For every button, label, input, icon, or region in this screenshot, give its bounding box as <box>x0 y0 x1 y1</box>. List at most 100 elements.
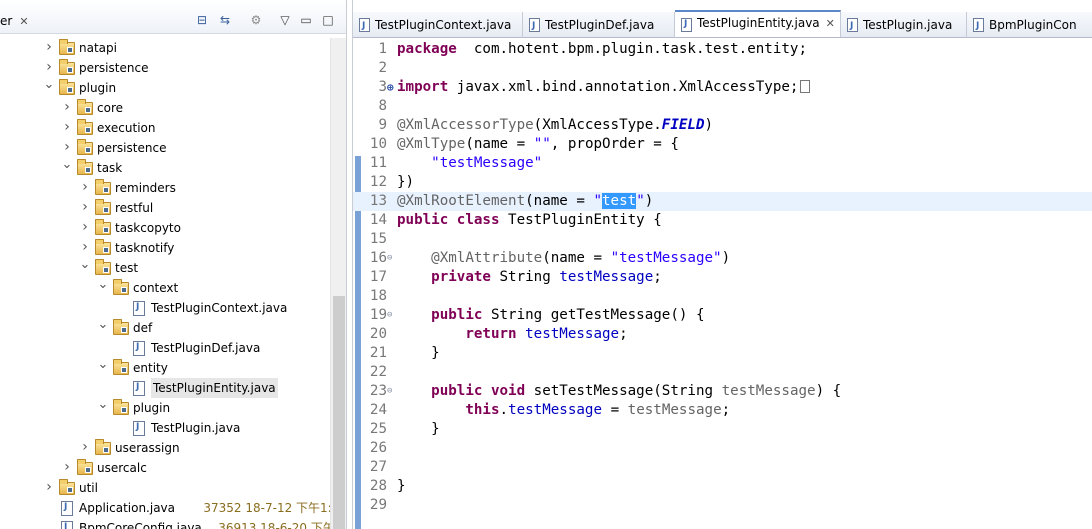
chevron-right-icon[interactable]: › <box>79 178 91 197</box>
code-line[interactable]: 25 } <box>353 420 1092 439</box>
chevron-down-icon[interactable]: ⌄ <box>79 258 91 272</box>
collapsed-import-marker[interactable] <box>800 80 811 93</box>
code-line[interactable]: 11 "testMessage" <box>353 154 1092 173</box>
code-token: testMessage <box>508 402 603 418</box>
tree-package-item[interactable]: › reminders <box>0 178 330 198</box>
tree-package-item[interactable]: › userassign <box>0 438 330 458</box>
scrollbar-thumb[interactable] <box>333 296 345 529</box>
chevron-right-icon[interactable]: › <box>43 478 55 497</box>
code-line[interactable]: 23 ⊖ public void setTestMessage(String te… <box>353 382 1092 401</box>
tree-package-item[interactable]: › tasknotify <box>0 238 330 258</box>
editor-tab[interactable]: TestPluginEntity.java ✕ <box>675 10 841 37</box>
vertical-scrollbar[interactable] <box>330 38 346 529</box>
code-text: public class TestPluginEntity { <box>397 211 662 230</box>
code-line[interactable]: 19 ⊖ public String getTestMessage() { <box>353 306 1092 325</box>
tree-package-item[interactable]: ⌄ def <box>0 318 330 338</box>
tree-package-item[interactable]: › persistence <box>0 58 330 78</box>
editor-tab[interactable]: TestPluginDef.java <box>523 12 675 39</box>
editor-tab[interactable]: BpmPluginCon <box>967 12 1092 39</box>
code-line[interactable]: 15 <box>353 230 1092 249</box>
tree-file-item[interactable]: BpmCoreConfig.java 36913 18-6-20 下午6: <box>0 518 346 529</box>
code-line[interactable]: 17 private String testMessage; <box>353 268 1092 287</box>
fold-collapse-icon[interactable]: ⊖ <box>387 382 395 401</box>
code-line[interactable]: 18 <box>353 287 1092 306</box>
chevron-down-icon[interactable]: ⌄ <box>97 318 109 332</box>
code-line[interactable]: 29 <box>353 496 1092 515</box>
code-text: @XmlRootElement(name = "test") <box>397 192 653 211</box>
code-token: void <box>490 383 526 399</box>
code-line[interactable]: 2 <box>353 59 1092 78</box>
tree-package-item[interactable]: ⌄ plugin <box>0 78 330 98</box>
code-line[interactable]: 22 <box>353 363 1092 382</box>
code-area[interactable]: 1 package com.hotent.bpm.plugin.task.test… <box>353 40 1092 529</box>
link-with-editor-icon[interactable]: ⇆ <box>217 13 233 27</box>
tree-package-item[interactable]: ⌄ entity <box>0 358 330 378</box>
collapse-all-icon[interactable]: ⊟ <box>194 13 210 27</box>
close-icon[interactable]: ✕ <box>19 15 28 28</box>
chevron-right-icon[interactable]: › <box>43 38 55 57</box>
minimize-icon[interactable]: ▭ <box>298 13 314 27</box>
tree-file-item[interactable]: TestPluginDef.java <box>0 338 330 358</box>
chevron-down-icon[interactable]: ⌄ <box>97 358 109 372</box>
code-line[interactable]: 27 <box>353 458 1092 477</box>
tree-package-item[interactable]: › natapi <box>0 38 330 58</box>
tree-package-item[interactable]: › execution <box>0 118 330 138</box>
maximize-icon[interactable]: □ <box>320 13 336 27</box>
code-line[interactable]: 10 @XmlType(name = "", propOrder = { <box>353 135 1092 154</box>
code-line[interactable]: 8 <box>353 97 1092 116</box>
code-line[interactable]: 26 <box>353 439 1092 458</box>
tree-package-item[interactable]: › persistence <box>0 138 330 158</box>
close-icon[interactable]: ✕ <box>826 17 835 30</box>
code-line[interactable]: 12}) <box>353 173 1092 192</box>
view-menu-icon[interactable]: ▽ <box>277 13 293 27</box>
chevron-right-icon[interactable]: › <box>43 58 55 77</box>
view-tab[interactable]: er ✕ <box>0 10 37 34</box>
filter-icon[interactable]: ⚙ <box>248 13 264 27</box>
code-line[interactable]: 13 @XmlRootElement(name = "test") <box>353 192 1092 211</box>
editor-tab-label: BpmPluginCon <box>989 18 1077 32</box>
code-line[interactable]: 3 ⊕ import javax.xml.bind.annotation.XmlAc… <box>353 78 1092 97</box>
tree-package-item[interactable]: › usercalc <box>0 458 330 478</box>
chevron-right-icon[interactable]: › <box>79 238 91 257</box>
code-line[interactable]: 28} <box>353 477 1092 496</box>
chevron-right-icon[interactable]: › <box>79 438 91 457</box>
code-token: @XmlAttribute <box>431 250 543 266</box>
code-line[interactable]: 9 @XmlAccessorType(XmlAccessType.FIELD) <box>353 116 1092 135</box>
tree-file-item[interactable]: TestPlugin.java <box>0 418 330 438</box>
tree-package-item[interactable]: › restful <box>0 198 330 218</box>
code-text: package com.hotent.bpm.plugin.task.test.… <box>397 40 807 59</box>
tree-file-item[interactable]: TestPluginContext.java <box>0 298 330 318</box>
chevron-right-icon[interactable]: › <box>79 218 91 237</box>
code-line[interactable]: 21 } <box>353 344 1092 363</box>
tree-file-item[interactable]: Application.java 37352 18-7-12 下午1:55 wa <box>0 498 346 518</box>
chevron-right-icon[interactable]: › <box>79 198 91 217</box>
tree-package-item[interactable]: ⌄ context <box>0 278 330 298</box>
editor-tab[interactable]: TestPlugin.java <box>841 12 967 39</box>
code-line[interactable]: 24 this.testMessage = testMessage; <box>353 401 1092 420</box>
chevron-right-icon[interactable]: › <box>61 138 73 157</box>
tree-package-item[interactable]: ⌄ task <box>0 158 330 178</box>
fold-collapse-icon[interactable]: ⊖ <box>387 306 395 325</box>
chevron-down-icon[interactable]: ⌄ <box>97 398 109 412</box>
line-number: 28 <box>369 478 387 494</box>
chevron-down-icon[interactable]: ⌄ <box>97 278 109 292</box>
chevron-down-icon[interactable]: ⌄ <box>61 158 73 172</box>
code-line[interactable]: 14 public class TestPluginEntity { <box>353 211 1092 230</box>
fold-collapse-icon[interactable]: ⊖ <box>387 249 395 268</box>
chevron-right-icon[interactable]: › <box>61 118 73 137</box>
tree-package-item[interactable]: ⌄ plugin <box>0 398 330 418</box>
tree-package-item[interactable]: ⌄ test <box>0 258 330 278</box>
code-line[interactable]: 20 return testMessage; <box>353 325 1092 344</box>
tree-package-item[interactable]: › taskcopyto <box>0 218 330 238</box>
editor-tab[interactable]: TestPluginContext.java <box>353 12 523 39</box>
tree-package-item[interactable]: › core <box>0 98 330 118</box>
tree-file-item[interactable]: TestPluginEntity.java <box>0 378 330 398</box>
tree-package-item[interactable]: › util <box>0 478 330 498</box>
chevron-right-icon[interactable]: › <box>61 98 73 117</box>
fold-expand-icon[interactable]: ⊕ <box>387 78 395 97</box>
chevron-right-icon[interactable]: › <box>61 458 73 477</box>
chevron-down-icon[interactable]: ⌄ <box>43 78 55 92</box>
code-line[interactable]: 16 ⊖ @XmlAttribute(name = "testMessage") <box>353 249 1092 268</box>
code-line[interactable]: 1 package com.hotent.bpm.plugin.task.test… <box>353 40 1092 59</box>
